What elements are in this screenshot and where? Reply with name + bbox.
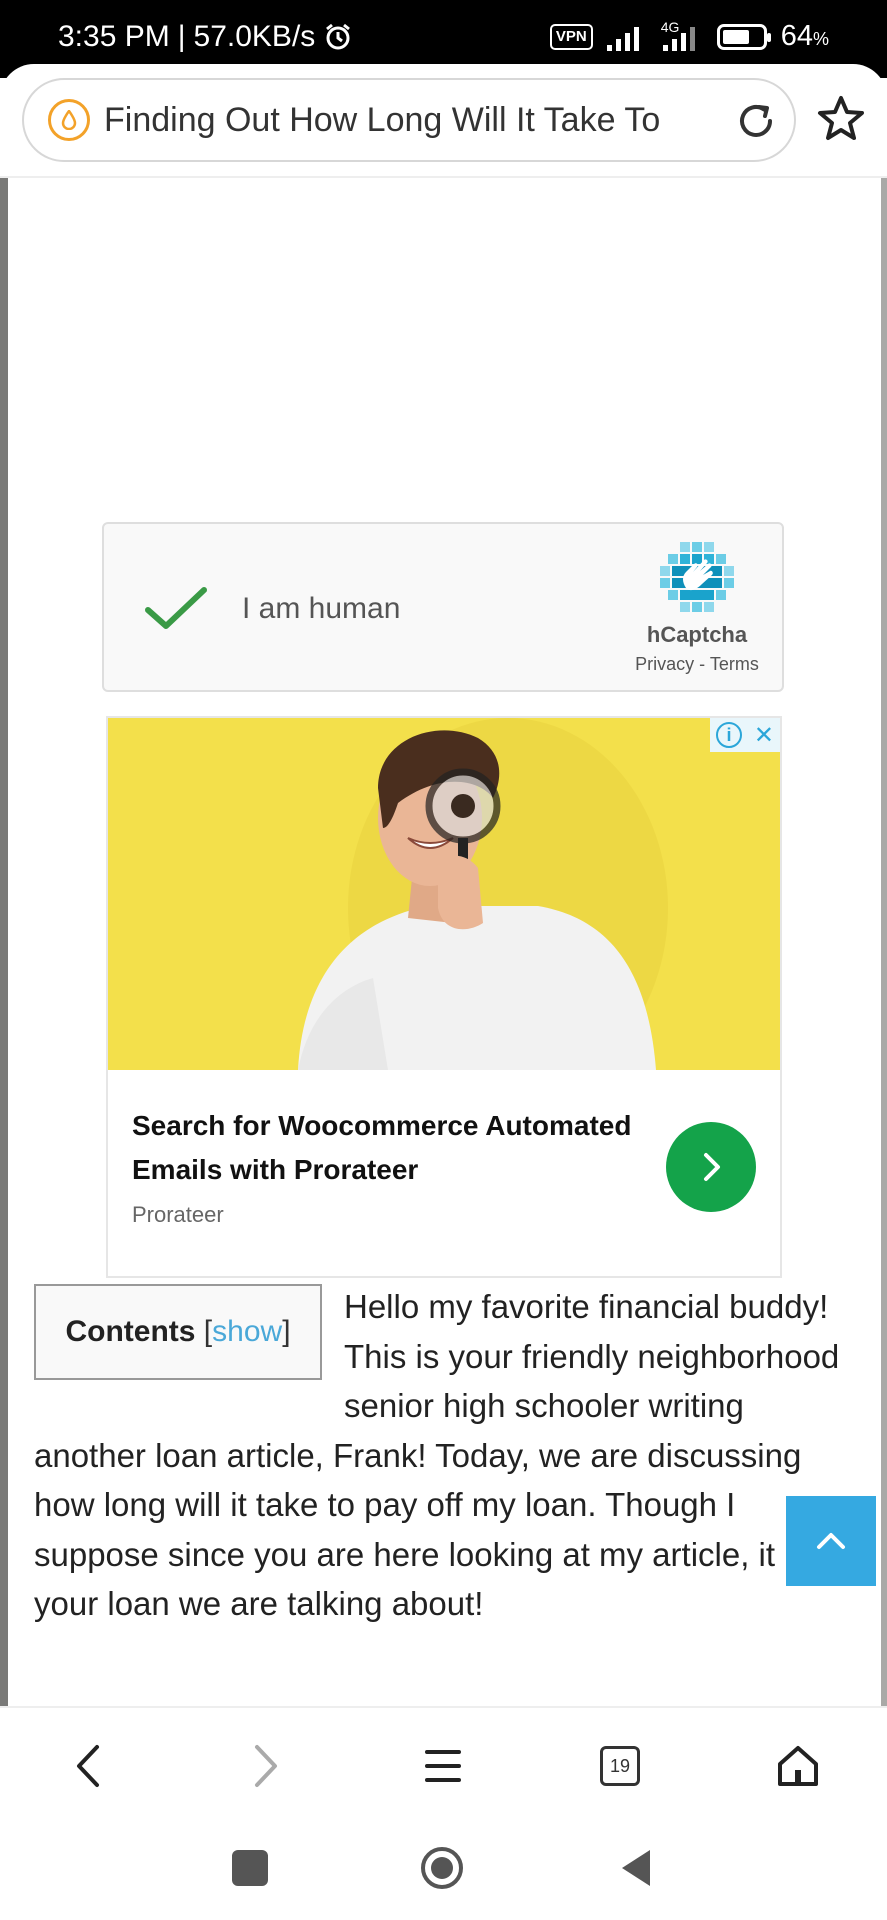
address-bar[interactable]: Finding Out How Long Will It Take To [22, 78, 796, 162]
battery-percent-unit: % [812, 29, 829, 49]
ad-title[interactable]: Search for Woocommerce Automated Emails … [132, 1104, 632, 1192]
battery-icon [716, 23, 771, 50]
chevron-left-icon [77, 1745, 99, 1787]
home-circle-icon[interactable] [420, 1846, 464, 1890]
status-time: 3:35 PM [58, 20, 170, 53]
ad-image[interactable]: i ✕ [108, 718, 780, 1070]
forward-button[interactable] [238, 1738, 294, 1794]
page-right-edge [881, 178, 887, 1706]
close-ad-icon[interactable]: ✕ [754, 721, 774, 750]
toc-bracket-close: ] [282, 1315, 291, 1348]
page-title-url[interactable]: Finding Out How Long Will It Take To [104, 101, 689, 140]
page-left-edge [0, 178, 8, 1706]
menu-button[interactable] [415, 1738, 471, 1794]
alarm-icon [326, 23, 351, 50]
ad-arrow-button[interactable] [666, 1122, 756, 1212]
signal-4g-icon: 4G [661, 19, 703, 51]
status-separator: | [177, 20, 186, 53]
tab-count: 19 [600, 1746, 640, 1786]
bookmark-star-icon[interactable] [816, 94, 866, 144]
menu-icon [425, 1750, 461, 1782]
network-type: 4G [660, 18, 680, 35]
battery-percent: 64 [780, 20, 813, 52]
back-triangle-icon[interactable] [614, 1846, 658, 1890]
scroll-to-top-button[interactable] [786, 1496, 876, 1586]
chevron-right-icon [704, 1153, 720, 1181]
system-nav-bar [0, 1816, 887, 1920]
home-icon [778, 1746, 818, 1786]
chevron-right-icon [255, 1745, 277, 1787]
back-button[interactable] [60, 1738, 116, 1794]
checkmark-icon[interactable] [144, 584, 208, 634]
toc-bracket-open: [ [203, 1315, 213, 1348]
hcaptcha-brand: hCaptcha [646, 622, 748, 647]
hcaptcha-links[interactable]: Privacy - Terms [604, 654, 790, 675]
info-icon[interactable]: i [715, 722, 742, 748]
ad-person-illustration [108, 718, 780, 1070]
browser-bottom-nav: 19 [0, 1706, 887, 1816]
captcha-label: I am human [242, 592, 401, 625]
browser-toolbar: Finding Out How Long Will It Take To [0, 64, 887, 178]
ad-badge[interactable]: i ✕ [710, 718, 780, 752]
hcaptcha-widget[interactable]: I am human hCaptcha Privacy - Terms [102, 522, 784, 692]
toc-show-link[interactable]: show [212, 1315, 282, 1349]
table-of-contents: Contents [show] [34, 1284, 322, 1380]
tabs-button[interactable]: 19 [592, 1738, 648, 1794]
toc-title: Contents [65, 1315, 196, 1348]
ad-source: Prorateer [132, 1202, 224, 1227]
network-speed: 57.0KB/s [193, 20, 316, 53]
reload-icon[interactable] [732, 97, 780, 145]
chevron-up-icon [817, 1533, 845, 1549]
hcaptcha-logo-icon [660, 542, 734, 612]
home-button[interactable] [770, 1738, 826, 1794]
vpn-icon: VPN [549, 23, 593, 50]
droplet-icon [48, 99, 90, 141]
recents-icon[interactable] [228, 1846, 272, 1890]
ad-card[interactable]: i ✕ Search for Woocommerce Automated Ema… [106, 716, 782, 1278]
signal-icon [606, 26, 639, 51]
